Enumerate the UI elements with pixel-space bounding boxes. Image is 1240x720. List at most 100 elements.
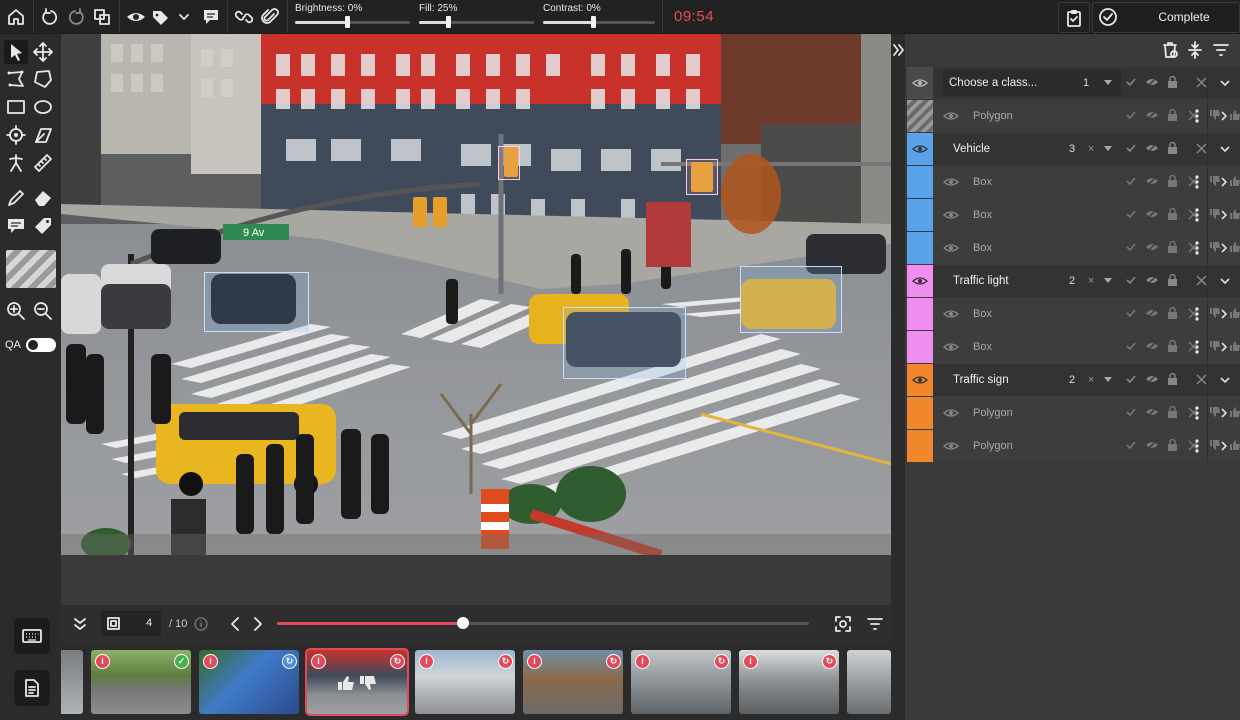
lock-icon[interactable] xyxy=(1167,175,1178,187)
tag-dropdown[interactable] xyxy=(149,4,193,30)
eye-icon[interactable] xyxy=(123,4,149,30)
tag-tool-icon[interactable] xyxy=(31,214,55,238)
ruler-tool-icon[interactable] xyxy=(31,151,55,175)
traffic-light-box-2[interactable] xyxy=(498,146,520,180)
comment-icon[interactable] xyxy=(198,4,224,30)
lock-icon[interactable] xyxy=(1167,208,1178,220)
chevron-down-icon[interactable] xyxy=(1219,276,1231,286)
eye-icon[interactable] xyxy=(943,308,959,320)
accept-icon[interactable] xyxy=(1125,373,1137,385)
eye-icon[interactable] xyxy=(912,374,928,386)
annotation-row[interactable]: Box xyxy=(907,199,1240,231)
eye-icon[interactable] xyxy=(943,110,959,122)
collapse-down-icon[interactable] xyxy=(73,616,87,632)
more-icon[interactable] xyxy=(1194,306,1200,322)
chevron-right-icon[interactable] xyxy=(1219,308,1229,320)
double-chevron-right-icon[interactable] xyxy=(892,42,906,58)
annotation-row[interactable]: Box xyxy=(907,232,1240,264)
thumbnail[interactable] xyxy=(847,650,891,714)
home-icon[interactable] xyxy=(3,4,29,30)
lock-icon[interactable] xyxy=(1167,373,1178,385)
select-tool-icon[interactable] xyxy=(4,40,28,64)
annotation-row[interactable]: Box xyxy=(907,331,1240,363)
chevron-down-icon[interactable] xyxy=(1219,144,1231,154)
accept-icon[interactable] xyxy=(1125,307,1137,319)
complete-button[interactable]: Complete xyxy=(1092,2,1240,33)
undo-icon[interactable] xyxy=(37,4,63,30)
hide-icon[interactable] xyxy=(1145,76,1159,88)
lock-icon[interactable] xyxy=(1167,340,1178,352)
accept-icon[interactable] xyxy=(1125,175,1137,187)
hide-icon[interactable] xyxy=(1145,208,1159,220)
eraser-tool-icon[interactable] xyxy=(31,186,55,210)
chevron-right-icon[interactable] xyxy=(1219,341,1229,353)
more-icon[interactable] xyxy=(1194,240,1200,256)
more-icon[interactable] xyxy=(1194,174,1200,190)
timeline-slider[interactable] xyxy=(277,617,809,629)
hide-icon[interactable] xyxy=(1145,241,1159,253)
attachment-icon[interactable] xyxy=(257,4,283,30)
frame-input[interactable]: 4 xyxy=(101,611,161,636)
close-icon[interactable] xyxy=(1196,76,1207,88)
accept-icon[interactable] xyxy=(1125,406,1137,418)
skeleton-tool-icon[interactable] xyxy=(4,151,28,175)
thumbnail[interactable]: i ↻ xyxy=(739,650,839,714)
chevron-right-icon[interactable] xyxy=(1219,209,1229,221)
close-icon[interactable] xyxy=(1196,373,1207,385)
hide-icon[interactable] xyxy=(1145,406,1159,418)
zoom-in-icon[interactable] xyxy=(4,299,28,323)
eye-icon[interactable] xyxy=(943,407,959,419)
pen-tool-icon[interactable] xyxy=(4,186,28,210)
clear-icon[interactable]: × xyxy=(1088,364,1094,396)
redo-icon[interactable] xyxy=(63,4,89,30)
more-icon[interactable] xyxy=(1194,207,1200,223)
accept-icon[interactable] xyxy=(1125,439,1137,451)
eye-icon[interactable] xyxy=(943,440,959,452)
chevron-down-icon[interactable] xyxy=(1104,278,1112,283)
class-color-swatch[interactable] xyxy=(6,250,56,288)
vehicle-box-1[interactable] xyxy=(204,272,309,332)
annotation-row[interactable]: Polygon xyxy=(907,430,1240,462)
next-frame-icon[interactable] xyxy=(252,615,264,633)
notes-button[interactable] xyxy=(14,670,50,706)
lock-icon[interactable] xyxy=(1167,109,1178,121)
traffic-light-box-1[interactable] xyxy=(686,159,718,195)
accept-icon[interactable] xyxy=(1125,274,1137,286)
hide-icon[interactable] xyxy=(1145,439,1159,451)
more-icon[interactable] xyxy=(1194,108,1200,124)
eye-icon[interactable] xyxy=(943,242,959,254)
link-icon[interactable] xyxy=(231,4,257,30)
zoom-out-icon[interactable] xyxy=(31,299,55,323)
thumbnail-selected[interactable]: i ↻ xyxy=(305,648,409,716)
annotation-row[interactable]: Polygon xyxy=(907,397,1240,429)
class-row-1[interactable]: Traffic light 2 × xyxy=(907,265,1240,297)
rectangle-tool-icon[interactable] xyxy=(4,95,28,119)
chevron-right-icon[interactable] xyxy=(1219,407,1229,419)
hide-icon[interactable] xyxy=(1145,175,1159,187)
point-tool-icon[interactable] xyxy=(4,123,28,147)
chevron-down-icon[interactable] xyxy=(1104,146,1112,151)
chevron-right-icon[interactable] xyxy=(1219,440,1229,452)
screenshot-icon[interactable] xyxy=(834,615,852,633)
lock-icon[interactable] xyxy=(1167,406,1178,418)
lock-icon[interactable] xyxy=(1167,76,1178,88)
lock-icon[interactable] xyxy=(1167,439,1178,451)
lock-icon[interactable] xyxy=(1167,274,1178,286)
more-icon[interactable] xyxy=(1194,405,1200,421)
eye-icon[interactable] xyxy=(912,143,928,155)
filter-icon[interactable] xyxy=(866,615,884,633)
duplicate-icon[interactable] xyxy=(89,4,115,30)
clipboard-check-button[interactable] xyxy=(1058,2,1090,33)
eye-icon[interactable] xyxy=(943,209,959,221)
thumbnail[interactable]: i ↻ xyxy=(415,650,515,714)
thumbnail[interactable] xyxy=(61,650,83,714)
clear-icon[interactable]: × xyxy=(1088,265,1094,297)
info-icon[interactable] xyxy=(194,617,208,631)
lock-icon[interactable] xyxy=(1167,307,1178,319)
thumbnail[interactable]: i ↻ xyxy=(631,650,731,714)
chevron-right-icon[interactable] xyxy=(1219,176,1229,188)
thumbnail[interactable]: i ↻ xyxy=(199,650,299,714)
eye-icon[interactable] xyxy=(943,176,959,188)
hide-icon[interactable] xyxy=(1145,109,1159,121)
thumbnail[interactable]: i ✓ xyxy=(91,650,191,714)
